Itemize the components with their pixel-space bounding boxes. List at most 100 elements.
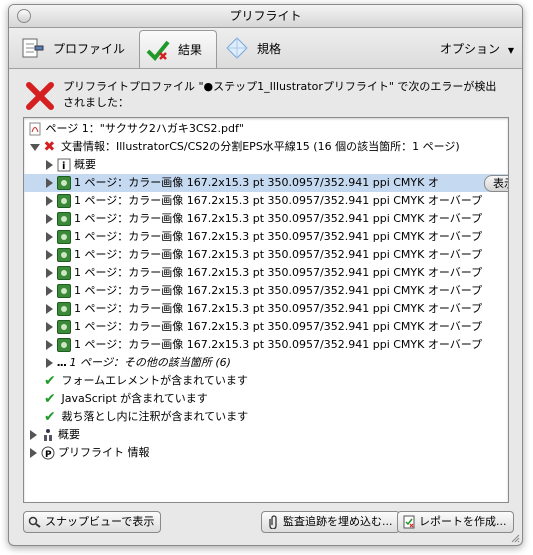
- disclosure-closed-icon[interactable]: [46, 322, 53, 332]
- tree-row-other[interactable]: ... 1 ページ：その他の該当箇所 (6): [46, 354, 508, 372]
- check-label: フォームエレメントが含まれています: [61, 374, 248, 387]
- disclosure-closed-icon[interactable]: [46, 178, 53, 188]
- disclosure-closed-icon[interactable]: [46, 340, 53, 350]
- overview-label: 概要: [74, 158, 96, 171]
- preflight-info-icon: P: [41, 446, 55, 460]
- svg-text:P: P: [45, 450, 52, 460]
- show-button[interactable]: 表示: [484, 175, 508, 192]
- profile-icon: [19, 34, 47, 62]
- diamond-icon: [223, 34, 251, 62]
- image-icon: [56, 266, 71, 280]
- image-icon: [56, 284, 71, 298]
- image-icon: [56, 230, 71, 244]
- tree-row-check-3[interactable]: ✔ 裁ち落とし内に注釈が含まれています: [44, 408, 508, 426]
- disclosure-closed-icon[interactable]: [30, 430, 37, 440]
- disclosure-closed-icon[interactable]: [30, 448, 37, 458]
- embed-audit-label: 監査追跡を埋め込む...: [283, 515, 393, 528]
- toolbar: プロファイル 結果 規格 オプション ▼: [9, 28, 522, 69]
- disclosure-closed-icon[interactable]: [46, 232, 53, 242]
- error-summary: プリフライトプロファイル "●ステップ1_Illustratorプリフライト" …: [25, 79, 505, 115]
- tree-row-check-1[interactable]: ✔ フォームエレメントが含まれています: [44, 372, 508, 390]
- tree-row-image-1[interactable]: 1 ページ：カラー画像 167.2x15.3 pt 350.0957/352.9…: [24, 174, 508, 192]
- check-label: 裁ち落とし内に注釈が含まれています: [61, 410, 249, 423]
- tree-row-image-6[interactable]: 1 ページ：カラー画像 167.2x15.3 pt 350.0957/352.9…: [46, 264, 508, 282]
- image-row-label: 1 ページ：カラー画像 167.2x15.3 pt 350.0957/352.9…: [74, 266, 483, 279]
- checkmark-icon: ✔: [44, 391, 56, 407]
- disclosure-closed-icon[interactable]: [46, 304, 53, 314]
- image-row-label: 1 ページ：カラー画像 167.2x15.3 pt 350.0957/352.9…: [74, 194, 483, 207]
- bottom-button-bar: スナップビューで表示 監査追跡を埋め込む... レポートを作成...: [9, 507, 522, 545]
- tree-row-image-4[interactable]: 1 ページ：カラー画像 167.2x15.3 pt 350.0957/352.9…: [46, 228, 508, 246]
- error-message-line1: プリフライトプロファイル "●ステップ1_Illustratorプリフライト" …: [63, 80, 497, 93]
- close-window-button[interactable]: [17, 9, 31, 23]
- other-occurrences-label: 1 ページ：その他の該当箇所 (6): [69, 356, 231, 369]
- disclosure-closed-icon[interactable]: [46, 196, 53, 206]
- disclosure-closed-icon[interactable]: [46, 250, 53, 260]
- snap-view-button[interactable]: スナップビューで表示: [23, 511, 162, 533]
- image-icon: [56, 194, 71, 208]
- image-row-label: 1 ページ：カラー画像 167.2x15.3 pt 350.0957/352.9…: [74, 176, 439, 189]
- page-label: ページ 1："サクサク2ハガキ3CS2.pdf": [45, 122, 244, 135]
- image-icon: [56, 338, 71, 352]
- tree-row-page[interactable]: ページ 1："サクサク2ハガキ3CS2.pdf": [28, 120, 508, 138]
- pdf-icon: [28, 122, 42, 136]
- disclosure-closed-icon[interactable]: [46, 214, 53, 224]
- preflight-window: プリフライト プロファイル 結果 規格 オプション ▼ プリフライトプロファイル…: [8, 4, 523, 546]
- tab-results[interactable]: 結果: [139, 30, 217, 68]
- embed-audit-button[interactable]: 監査追跡を埋め込む...: [261, 511, 400, 533]
- title-bar: プリフライト: [9, 5, 522, 28]
- create-report-label: レポートを作成...: [419, 515, 507, 528]
- create-report-button[interactable]: レポートを作成...: [397, 511, 514, 533]
- resize-grip-icon[interactable]: [510, 533, 520, 543]
- window-title: プリフライト: [229, 9, 302, 23]
- image-icon: [56, 320, 71, 334]
- disclosure-closed-icon[interactable]: [46, 286, 53, 296]
- check-label: JavaScript が含まれています: [61, 392, 208, 405]
- chevron-down-icon: ▼: [507, 46, 514, 55]
- tree-row-doc-info[interactable]: ✖ 文書情報：IllustratorCS/CS2の分割EPS水平線15 (16 …: [30, 138, 508, 156]
- checkmark-icon: ✔: [44, 373, 56, 389]
- checkmark-icon: ✔: [44, 409, 56, 425]
- summary-label: 概要: [58, 428, 80, 441]
- error-x-icon: ✖: [43, 139, 56, 155]
- tab-standards[interactable]: 規格: [223, 30, 293, 66]
- disclosure-closed-icon[interactable]: [46, 268, 53, 278]
- tab-profile[interactable]: プロファイル: [19, 30, 137, 66]
- tree-row-image-5[interactable]: 1 ページ：カラー画像 167.2x15.3 pt 350.0957/352.9…: [46, 246, 508, 264]
- image-row-label: 1 ページ：カラー画像 167.2x15.3 pt 350.0957/352.9…: [74, 338, 483, 351]
- error-message-line2: されました：: [63, 96, 129, 109]
- tree-row-image-10[interactable]: 1 ページ：カラー画像 167.2x15.3 pt 350.0957/352.9…: [46, 336, 508, 354]
- image-icon: [56, 176, 71, 190]
- svg-text:i: i: [62, 161, 65, 172]
- image-icon: [56, 248, 71, 262]
- tree-row-image-7[interactable]: 1 ページ：カラー画像 167.2x15.3 pt 350.0957/352.9…: [46, 282, 508, 300]
- image-row-label: 1 ページ：カラー画像 167.2x15.3 pt 350.0957/352.9…: [74, 230, 483, 243]
- snap-view-label: スナップビューで表示: [45, 515, 155, 528]
- tree-row-summary[interactable]: 概要: [30, 426, 508, 444]
- error-message: プリフライトプロファイル "●ステップ1_Illustratorプリフライト" …: [63, 79, 503, 111]
- options-menu[interactable]: オプション ▼: [440, 40, 514, 57]
- tree-row-image-2[interactable]: 1 ページ：カラー画像 167.2x15.3 pt 350.0957/352.9…: [46, 192, 508, 210]
- image-icon: [56, 212, 71, 226]
- tree-row-image-8[interactable]: 1 ページ：カラー画像 167.2x15.3 pt 350.0957/352.9…: [46, 300, 508, 318]
- disclosure-open-icon[interactable]: [30, 143, 40, 151]
- disclosure-closed-icon[interactable]: [46, 160, 53, 170]
- tree-row-overview[interactable]: i 概要: [46, 156, 508, 174]
- info-icon: i: [57, 158, 71, 172]
- summary-icon: [41, 428, 55, 442]
- image-row-label: 1 ページ：カラー画像 167.2x15.3 pt 350.0957/352.9…: [74, 248, 483, 261]
- preflight-info-label: プリフライト 情報: [58, 446, 150, 459]
- error-x-icon: [25, 81, 55, 111]
- tree-row-check-2[interactable]: ✔ JavaScript が含まれています: [44, 390, 508, 408]
- image-row-label: 1 ページ：カラー画像 167.2x15.3 pt 350.0957/352.9…: [74, 302, 483, 315]
- doc-info-label: 文書情報：IllustratorCS/CS2の分割EPS水平線15 (16 個の…: [61, 140, 460, 153]
- results-tree[interactable]: ページ 1："サクサク2ハガキ3CS2.pdf" ✖ 文書情報：Illustra…: [23, 117, 509, 503]
- tree-row-image-9[interactable]: 1 ページ：カラー画像 167.2x15.3 pt 350.0957/352.9…: [46, 318, 508, 336]
- tree-row-image-3[interactable]: 1 ページ：カラー画像 167.2x15.3 pt 350.0957/352.9…: [46, 210, 508, 228]
- checkmark-icon: [144, 36, 172, 64]
- tree-row-preflight-info[interactable]: P プリフライト 情報: [30, 444, 508, 462]
- tab-profile-label: プロファイル: [53, 41, 126, 56]
- image-row-label: 1 ページ：カラー画像 167.2x15.3 pt 350.0957/352.9…: [74, 284, 483, 297]
- ellipsis-icon: ...: [56, 356, 68, 369]
- disclosure-closed-icon[interactable]: [46, 358, 53, 368]
